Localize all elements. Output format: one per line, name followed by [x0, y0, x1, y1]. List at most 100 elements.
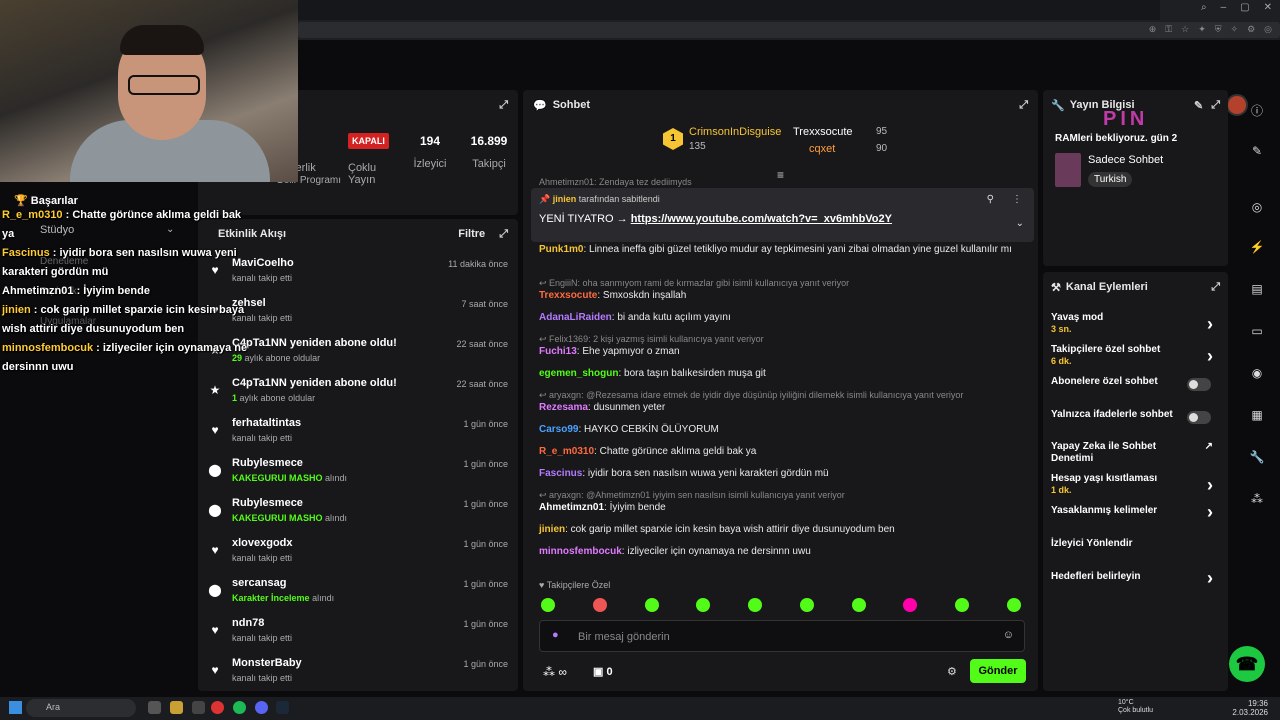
info-icon[interactable]: ⓘ	[1249, 102, 1265, 118]
document-icon[interactable]: ▤	[1249, 282, 1265, 298]
chat-username[interactable]: jinien	[539, 524, 565, 535]
gear-icon[interactable]: ⚙	[1247, 24, 1255, 35]
emoji-icon[interactable]: ☺	[1003, 629, 1014, 641]
ai-icon[interactable]: ◎	[1264, 24, 1272, 35]
activity-item[interactable]: ★ C4pTa1NN yeniden abone oldu! 29 aylık ab…	[208, 337, 508, 377]
chat-username[interactable]: Carso99	[539, 424, 578, 435]
app-icon[interactable]	[192, 701, 205, 714]
chat-message[interactable]: Ahmetimzn01: İyiyim bende	[539, 500, 1029, 515]
chat-username[interactable]: Fascinus	[539, 468, 582, 479]
minimize-icon[interactable]: –	[1221, 2, 1227, 13]
pencil-icon[interactable]: ✎	[1249, 144, 1265, 160]
category-thumbnail[interactable]	[1055, 153, 1081, 187]
chat-message[interactable]: AdanaLiRaiden: bi anda kutu açılım yayın…	[539, 310, 1029, 325]
channel-action[interactable]: Yalnızca ifadelerle sohbet	[1051, 409, 1221, 424]
weather-widget[interactable]: 10°C Çok bulutlu	[1118, 699, 1153, 715]
multistream-status-badge[interactable]: KAPALI	[348, 133, 389, 149]
emote-icon[interactable]	[1006, 598, 1021, 612]
spotify-icon[interactable]	[233, 701, 246, 714]
more-icon[interactable]: ⋮	[1012, 194, 1022, 205]
address-bar[interactable]	[298, 22, 1280, 38]
channel-action[interactable]: Abonelere özel sohbet	[1051, 376, 1221, 391]
chevron-right-icon[interactable]: ›	[1207, 502, 1213, 523]
chat-message[interactable]: minnosfembocuk: izliyeciler için oynamay…	[539, 544, 1029, 559]
chat-username[interactable]: R_e_m0310	[539, 446, 594, 457]
chat-message[interactable]: Fuchi13: Ehe yapmıyor o zman	[539, 344, 1029, 359]
broadcast-icon[interactable]: ◉	[1249, 366, 1265, 382]
chat-username[interactable]: Punk1m0	[539, 244, 583, 255]
emote-icon[interactable]	[541, 598, 555, 612]
chevron-down-icon[interactable]: ⌄	[1016, 218, 1024, 229]
activity-item[interactable]: ♥ MonsterBaby kanalı takip etti 1 gün önce	[208, 657, 508, 697]
channel-action[interactable]: Hedefleri belirleyin ›	[1051, 568, 1221, 588]
gifter2-name[interactable]: Trexxsocute	[793, 126, 853, 138]
discord-icon[interactable]	[255, 701, 268, 714]
chest-display[interactable]: ▣ 0	[593, 665, 613, 678]
windows-start-icon[interactable]	[9, 701, 22, 714]
expand-icon[interactable]: ⤢	[1211, 281, 1220, 294]
chat-input[interactable]: ● Bir mesaj gönderin ☺	[539, 620, 1025, 652]
expand-icon[interactable]: ⤢	[1019, 99, 1028, 112]
layout-icon[interactable]: ▦	[1249, 408, 1265, 424]
chat-icon[interactable]: ▭	[1249, 324, 1265, 340]
emote-icon[interactable]	[696, 598, 711, 612]
activity-item[interactable]: ♥ ndn78 kanalı takip etti 1 gün önce	[208, 617, 508, 657]
key-icon[interactable]: ⚿	[1165, 24, 1172, 35]
activity-item[interactable]: ♥ ferhataltintas kanalı takip etti 1 gün ön…	[208, 417, 508, 457]
chat-message[interactable]: R_e_m0310: Chatte görünce aklıma geldi b…	[539, 444, 1029, 459]
chat-username[interactable]: Rezesama	[539, 402, 588, 413]
activity-item[interactable]: ⬤ Rubylesmece KAKEGURUI MASHO alındı 1 gün …	[208, 457, 508, 497]
external-link-icon[interactable]: ↗	[1205, 441, 1213, 452]
chevron-right-icon[interactable]: ›	[1207, 475, 1213, 496]
chat-message[interactable]: egemen_shogun: bora taşın balıkesirden m…	[539, 366, 1029, 381]
channel-action[interactable]: Hesap yaşı kısıtlaması 1 dk. ›	[1051, 473, 1221, 495]
chat-username[interactable]: AdanaLiRaiden	[539, 312, 612, 323]
top-gifter-name[interactable]: CrimsonInDisguise	[689, 126, 781, 138]
channel-action[interactable]: Takipçilere özel sohbet 6 dk. ›	[1051, 344, 1221, 366]
activity-item[interactable]: ♥ MaviCoelho kanalı takip etti 11 dakika ön…	[208, 257, 508, 297]
expand-icon[interactable]: ⤢	[499, 228, 508, 241]
emote-icon[interactable]	[644, 598, 659, 612]
microphone-icon[interactable]: ●	[552, 629, 559, 641]
language-tag[interactable]: Turkish	[1088, 172, 1133, 187]
chevron-right-icon[interactable]: ›	[1207, 568, 1213, 589]
chevron-right-icon[interactable]: ›	[1207, 314, 1213, 335]
taskbar-search[interactable]: Ara	[26, 699, 136, 717]
chat-message[interactable]: Carso99: HAYKO CEBKİN ÖLÜYORUM	[539, 422, 1029, 437]
collapse-icon[interactable]: ≡	[777, 168, 784, 182]
expand-icon[interactable]: ⤢	[1211, 99, 1220, 112]
channel-action[interactable]: Yapay Zeka ile Sohbet Denetimi ↗	[1051, 441, 1221, 465]
channel-action[interactable]: İzleyici Yönlendir	[1051, 538, 1221, 550]
puzzle-icon[interactable]: ✧	[1231, 24, 1239, 35]
pinned-message[interactable]: 📌 jinien tarafından sabitlendi YENİ TIYA…	[531, 188, 1034, 242]
channel-action[interactable]: Yavaş mod 3 sn. ›	[1051, 312, 1221, 334]
chat-username[interactable]: Fuchi13	[539, 346, 577, 357]
activity-item[interactable]: ♥ zehsel kanalı takip etti 7 saat önce	[208, 297, 508, 337]
pin-icon[interactable]: ⚲	[987, 194, 994, 205]
tab-strip[interactable]	[298, 0, 1160, 20]
pinned-link[interactable]: https://www.youtube.com/watch?v=_xv6mhbV…	[631, 213, 892, 225]
chat-message[interactable]: Punk1m0: Linnea ineffa gibi güzel tetikl…	[539, 242, 1029, 257]
chat-message[interactable]: Rezesama: dusunmen yeter	[539, 400, 1029, 415]
search-icon[interactable]: ⌕	[1201, 2, 1207, 13]
maximize-icon[interactable]: ▢	[1240, 2, 1249, 13]
emote-icon[interactable]	[799, 598, 814, 612]
category-name[interactable]: Sadece Sohbet	[1088, 154, 1163, 166]
close-icon[interactable]: ✕	[1264, 2, 1272, 13]
zoom-icon[interactable]: ⊕	[1149, 24, 1157, 35]
opera-icon[interactable]	[211, 701, 224, 714]
chat-message[interactable]: Fascinus: iyidir bora sen nasılsın wuwa …	[539, 466, 1029, 481]
chat-username[interactable]: egemen_shogun	[539, 368, 618, 379]
chat-username[interactable]: minnosfembocuk	[539, 546, 622, 557]
star-icon[interactable]: ☆	[1181, 24, 1189, 35]
wrench-icon[interactable]: 🔧	[1249, 450, 1265, 466]
points-display[interactable]: ⁂ ∞	[543, 665, 567, 679]
emote-icon[interactable]	[748, 598, 763, 612]
send-button[interactable]: Gönder	[970, 659, 1026, 683]
target-icon[interactable]: ◎	[1249, 200, 1265, 216]
chat-message[interactable]: jinien: cok garip millet sparxie icin ke…	[539, 522, 1029, 537]
chevron-right-icon[interactable]: ›	[1207, 346, 1213, 367]
toggle-switch[interactable]	[1187, 411, 1211, 424]
chat-message[interactable]: Trexxsocute: Smxoskdn inşallah	[539, 288, 1029, 303]
chat-username[interactable]: Trexxsocute	[539, 290, 597, 301]
